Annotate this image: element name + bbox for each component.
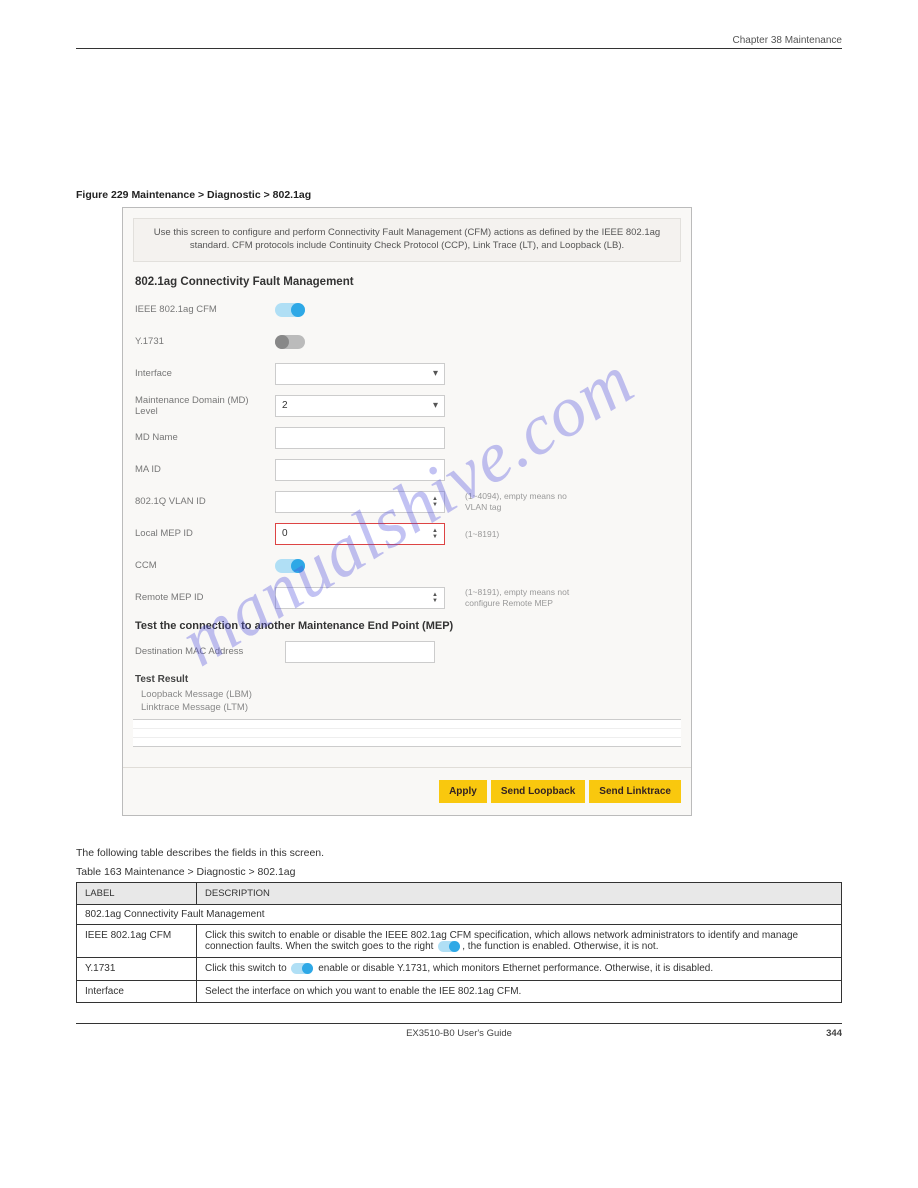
cell-desc: Click this switch to enable or disable t… [197,925,842,958]
cell-label: Interface [77,980,197,1002]
select-md-level[interactable]: 2 [275,395,445,417]
send-linktrace-button[interactable]: Send Linktrace [589,780,681,803]
description-table: LABEL DESCRIPTION 802.1ag Connectivity F… [76,882,842,1002]
label-md-name: MD Name [135,432,275,443]
cell-label: Y.1731 [77,958,197,980]
apply-button[interactable]: Apply [439,780,487,803]
label-ma-id: MA ID [135,464,275,475]
label-ieee-cfm: IEEE 802.1ag CFM [135,304,275,315]
select-interface[interactable] [275,363,445,385]
label-ccm: CCM [135,560,275,571]
send-loopback-button[interactable]: Send Loopback [491,780,585,803]
chapter-title: Chapter 38 Maintenance [726,35,842,46]
screenshot-panel: Use this screen to configure and perform… [122,207,692,816]
table-row: Y.1731 Click this switch to enable or di… [77,958,842,980]
toggle-icon [291,963,313,974]
footer-title: EX3510-B0 User's Guide [406,1028,512,1039]
input-remote-mep[interactable]: ▲▼ [275,587,445,609]
section-heading-test: Test the connection to another Maintenan… [135,620,691,632]
toggle-icon [438,941,460,952]
hint-remote-mep: (1~8191), empty means not configure Remo… [465,587,575,607]
toggle-ieee-cfm[interactable] [275,303,305,317]
th-description: DESCRIPTION [197,883,842,905]
label-dest-mac: Destination MAC Address [135,646,285,657]
figure-caption: Figure 229 Maintenance > Diagnostic > 80… [76,189,842,201]
table-caption: Table 163 Maintenance > Diagnostic > 802… [76,866,842,878]
hint-vlan-id: (1~4094), empty means no VLAN tag [465,491,575,511]
label-y1731: Y.1731 [135,336,275,347]
table-row: Interface Select the interface on which … [77,980,842,1002]
toggle-ccm[interactable] [275,559,305,573]
label-local-mep: Local MEP ID [135,528,275,539]
input-dest-mac[interactable] [285,641,435,663]
input-ma-id[interactable] [275,459,445,481]
info-box: Use this screen to configure and perform… [133,218,681,262]
input-vlan-id[interactable]: ▲▼ [275,491,445,513]
test-result-heading: Test Result [135,674,691,685]
page-number: 344 [826,1028,842,1039]
input-md-name[interactable] [275,427,445,449]
label-vlan-id: 802.1Q VLAN ID [135,496,275,507]
cell-desc: Click this switch to enable or disable Y… [197,958,842,980]
label-md-level: Maintenance Domain (MD) Level [135,395,275,417]
section-heading-cfm: 802.1ag Connectivity Fault Management [135,276,691,288]
intro-paragraph: The following table describes the fields… [76,846,842,861]
th-label: LABEL [77,883,197,905]
cell-desc: Select the interface on which you want t… [197,980,842,1002]
cell-label: IEEE 802.1ag CFM [77,925,197,958]
result-table [133,719,681,747]
table-row: IEEE 802.1ag CFM Click this switch to en… [77,925,842,958]
label-interface: Interface [135,368,275,379]
label-remote-mep: Remote MEP ID [135,592,275,603]
ltm-label: Linktrace Message (LTM) [141,702,691,713]
toggle-y1731[interactable] [275,335,305,349]
hint-local-mep: (1~8191) [465,529,499,539]
lbm-label: Loopback Message (LBM) [141,689,691,700]
input-local-mep[interactable]: 0▲▼ [275,523,445,545]
table-section: 802.1ag Connectivity Fault Management [77,905,842,925]
